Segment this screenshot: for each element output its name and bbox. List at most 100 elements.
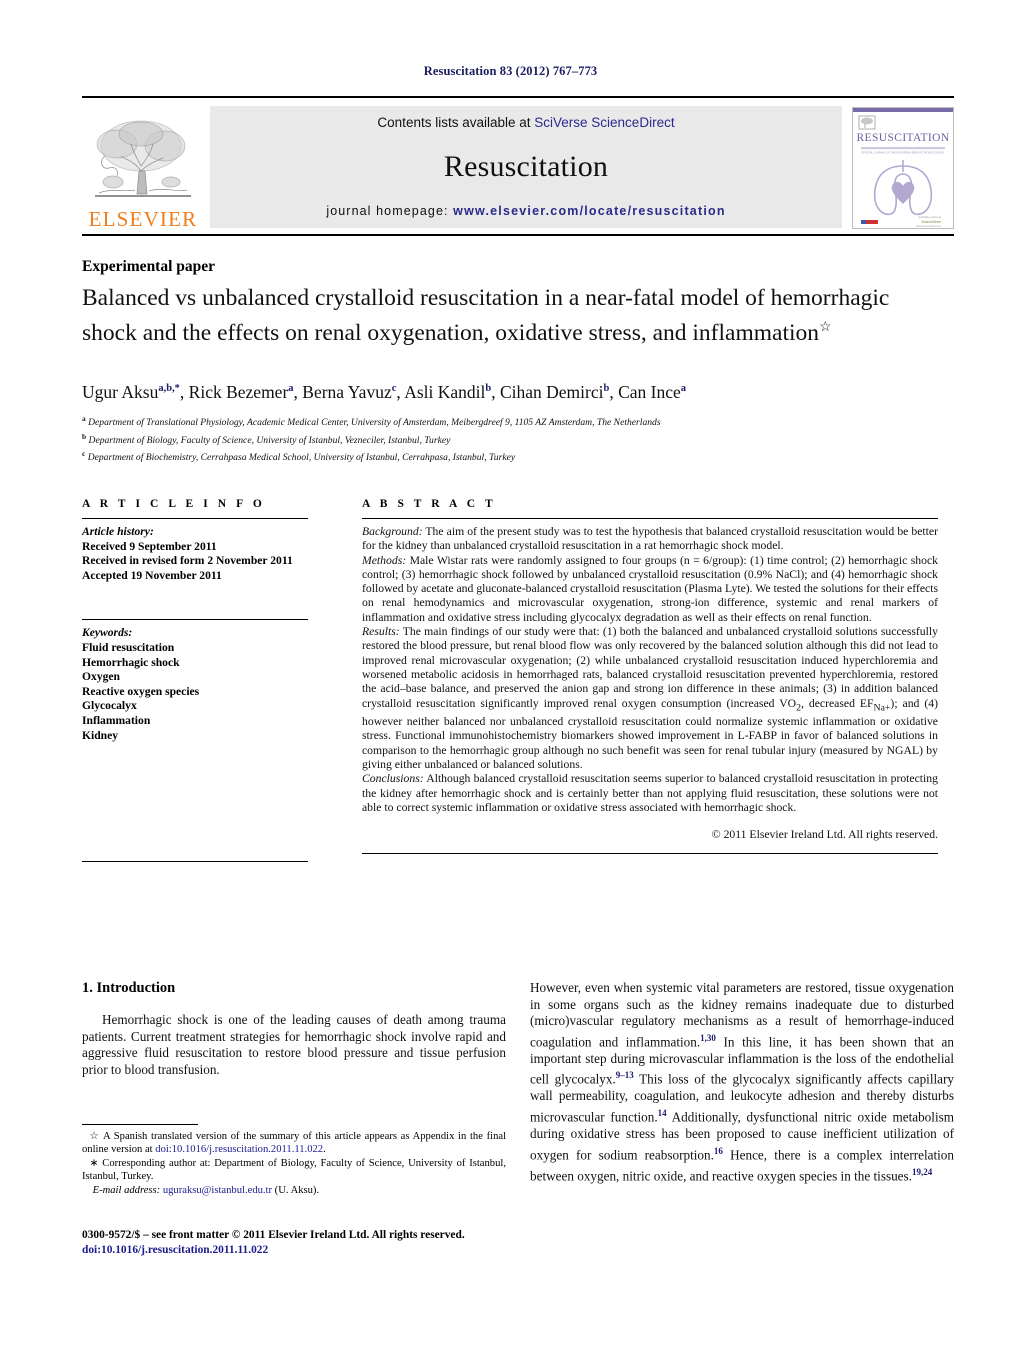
- citation-ref[interactable]: 1,30: [700, 1033, 716, 1043]
- article-history-block: Article history: Received 9 September 20…: [82, 525, 308, 583]
- running-head: Resuscitation 83 (2012) 767–773: [423, 64, 598, 78]
- elsevier-logo: ELSEVIER: [82, 102, 204, 234]
- abstract-body: Background: The aim of the present study…: [362, 525, 938, 854]
- journal-info-box: Contents lists available at SciVerse Sci…: [210, 106, 842, 228]
- citation-ref[interactable]: 16: [714, 1146, 723, 1156]
- author-affiliation-marker: b: [603, 383, 610, 395]
- abstract-background: Background: The aim of the present study…: [362, 525, 938, 554]
- conclusions-label: Conclusions:: [362, 772, 424, 786]
- abstract-methods: Methods: Male Wistar rats were randomly …: [362, 554, 938, 625]
- sciencedirect-link[interactable]: SciVerse ScienceDirect: [534, 115, 674, 130]
- author-affiliation-marker: a: [288, 383, 294, 395]
- journal-homepage-line: journal homepage: www.elsevier.com/locat…: [326, 204, 725, 218]
- journal-cover-art: RESUSCITATION OFFICIAL JOURNAL OF THE EU…: [853, 108, 953, 228]
- keywords-block: Keywords: Fluid resuscitation Hemorrhagi…: [82, 619, 308, 743]
- author-affiliation-marker: a,b,*: [158, 383, 180, 395]
- title-footnote-marker: ☆: [819, 320, 832, 335]
- author-name[interactable]: Can Ince: [618, 382, 681, 402]
- author-affiliation-marker: b: [485, 383, 492, 395]
- article-title-text: Balanced vs unbalanced crystalloid resus…: [82, 285, 890, 346]
- introduction-left-column: 1. Introduction Hemorrhagic shock is one…: [82, 980, 506, 1078]
- star-marker: ☆: [89, 1131, 100, 1142]
- footnote-doi-link[interactable]: doi:10.1016/j.resuscitation.2011.11.022: [155, 1144, 323, 1155]
- elsevier-wordmark: ELSEVIER: [88, 207, 198, 231]
- author-name[interactable]: Cihan Demirci: [500, 382, 604, 402]
- article-info-heading: A R T I C L E I N F O: [82, 498, 266, 510]
- email-owner: (U. Aksu).: [272, 1184, 320, 1196]
- background-label: Background:: [362, 525, 423, 538]
- footnote-block: ☆ A Spanish translated version of the su…: [82, 1124, 506, 1197]
- methods-label: Methods:: [362, 553, 407, 567]
- footnote-email: E-mail address: uguraksu@istanbul.edu.tr…: [82, 1184, 506, 1197]
- affiliation-text: Department of Translational Physiology, …: [88, 417, 661, 429]
- keyword-item: Oxygen: [82, 670, 121, 684]
- footnote-divider: [82, 1124, 198, 1125]
- abstract-column: A B S T R A C T Background: The aim of t…: [362, 498, 938, 854]
- keyword-item: Fluid resuscitation: [82, 640, 175, 654]
- introduction-left-text: Hemorrhagic shock is one of the leading …: [82, 1012, 506, 1077]
- history-item: Received 9 September 2011: [82, 539, 217, 553]
- affiliation-marker: a: [82, 414, 86, 423]
- abstract-copyright: © 2011 Elsevier Ireland Ltd. All rights …: [711, 828, 938, 842]
- doi-label: doi:: [82, 1243, 101, 1256]
- journal-cover-thumbnail: RESUSCITATION OFFICIAL JOURNAL OF THE EU…: [852, 107, 954, 229]
- keyword-item: Reactive oxygen species: [82, 684, 200, 698]
- abstract-rule: [362, 518, 938, 519]
- corresponding-author-text: Corresponding author at: Department of B…: [82, 1157, 506, 1183]
- svg-text:RESUSCITATION: RESUSCITATION: [856, 132, 949, 144]
- introduction-continued-paragraph: However, even when systemic vital parame…: [530, 980, 954, 1184]
- page-footer: 0300-9572/$ – see front matter © 2011 El…: [82, 1228, 512, 1257]
- citation-ref[interactable]: 19,24: [912, 1167, 932, 1177]
- journal-title: Resuscitation: [443, 150, 609, 183]
- keyword-item: Inflammation: [82, 713, 151, 727]
- footer-doi-line: doi:10.1016/j.resuscitation.2011.11.022: [82, 1243, 512, 1258]
- article-info-bottom-rule: [82, 861, 308, 863]
- keyword-item: Kidney: [82, 728, 119, 742]
- contents-prefix: Contents lists available at: [377, 115, 535, 130]
- affiliation-list: a Department of Translational Physiology…: [82, 412, 942, 465]
- author-name[interactable]: Berna Yavuz: [302, 382, 391, 402]
- article-info-rule: [82, 518, 308, 519]
- svg-text:ScienceDirect: ScienceDirect: [921, 220, 941, 224]
- introduction-heading: 1. Introduction: [82, 980, 176, 996]
- abstract-conclusions: Conclusions: Although balanced crystallo…: [362, 772, 938, 815]
- journal-homepage-link[interactable]: www.elsevier.com/locate/resuscitation: [453, 204, 726, 218]
- email-label: E-mail address:: [92, 1184, 161, 1196]
- keyword-item: Hemorrhagic shock: [82, 655, 180, 669]
- svg-text:Available online at: Available online at: [918, 215, 941, 219]
- article-type-label: Experimental paper: [82, 258, 216, 275]
- results-label: Results:: [362, 625, 400, 639]
- results-text-part2: , decreased EF: [801, 696, 874, 710]
- affiliation-marker: c: [82, 449, 86, 459]
- email-link[interactable]: uguraksu@istanbul.edu.tr: [163, 1185, 272, 1196]
- affiliation-marker: b: [82, 431, 87, 441]
- affiliation-text: Department of Biochemistry, Cerrahpasa M…: [87, 452, 516, 464]
- citation-ref[interactable]: 14: [658, 1108, 667, 1118]
- article-info-column: A R T I C L E I N F O Article history: R…: [82, 498, 308, 863]
- contents-available-line: Contents lists available at SciVerse Sci…: [377, 115, 674, 130]
- author-name[interactable]: Rick Bezemer: [189, 382, 289, 402]
- author-affiliation-marker: c: [391, 383, 397, 395]
- keywords-label: Keywords:: [82, 626, 133, 640]
- doi-value[interactable]: 10.1016/j.resuscitation.2011.11.022: [101, 1244, 268, 1256]
- abstract-results: Results: The main findings of our study …: [362, 625, 938, 772]
- abstract-bottom-rule: [362, 852, 938, 854]
- author-list: Ugur Aksua,b,*, Rick Bezemera, Berna Yav…: [82, 382, 687, 402]
- author-name[interactable]: Ugur Aksu: [82, 382, 158, 402]
- citation-ref[interactable]: 9–13: [616, 1070, 634, 1080]
- keyword-item: Glycocalyx: [82, 699, 137, 713]
- history-item: Accepted 19 November 2011: [82, 568, 222, 582]
- journal-masthead: ELSEVIER Contents lists available at Sci…: [82, 96, 954, 236]
- conclusions-text: Although balanced crystalloid resuscitat…: [362, 772, 938, 814]
- background-text: The aim of the present study was to test…: [362, 525, 938, 553]
- elsevier-tree-icon: [95, 120, 191, 197]
- efna-subscript: Na+: [873, 701, 891, 713]
- footnote-corresponding-author: ∗ Corresponding author at: Department of…: [82, 1157, 506, 1184]
- paper-page: Resuscitation 83 (2012) 767–773 ELSEVIER…: [0, 0, 1021, 1351]
- affiliation-item: a Department of Translational Physiology…: [82, 412, 942, 430]
- affiliation-item: c Department of Biochemistry, Cerrahpasa…: [82, 447, 942, 465]
- affiliation-item: b Department of Biology, Faculty of Scie…: [82, 430, 942, 448]
- author-affiliation-marker: a: [680, 383, 687, 395]
- author-name[interactable]: Asli Kandil: [404, 382, 485, 402]
- star-footnote-end: .: [323, 1144, 326, 1156]
